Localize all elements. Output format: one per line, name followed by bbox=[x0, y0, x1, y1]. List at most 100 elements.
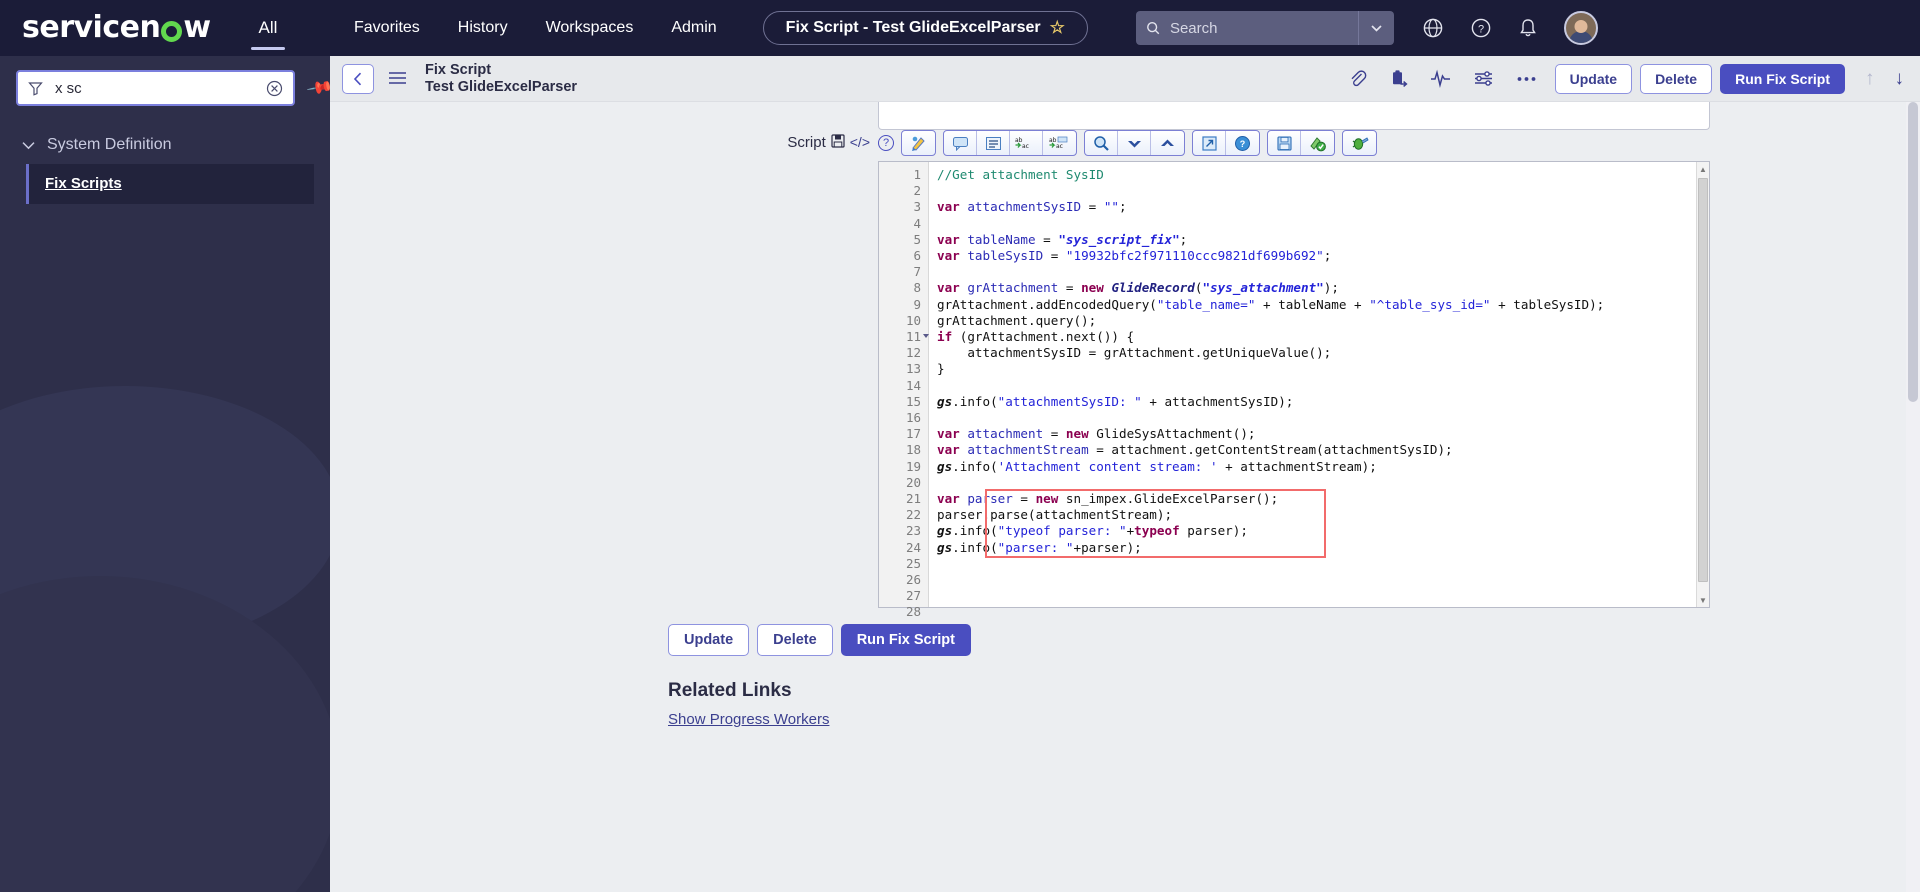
funnel-icon bbox=[28, 81, 43, 96]
code-line: gs.info('Attachment content stream: ' + … bbox=[937, 458, 1377, 474]
star-icon[interactable]: ☆ bbox=[1050, 18, 1065, 38]
logo-text-2: w bbox=[183, 10, 211, 45]
line-number: 15 bbox=[905, 393, 921, 409]
floppy-disk-icon[interactable] bbox=[831, 134, 845, 151]
clear-circle-icon[interactable] bbox=[266, 80, 283, 97]
search-input[interactable] bbox=[1169, 19, 1348, 37]
help-circle-icon[interactable]: ? bbox=[878, 135, 894, 151]
format-code-icon[interactable] bbox=[902, 131, 935, 155]
find-next-down-icon[interactable] bbox=[1118, 131, 1151, 155]
tab-all[interactable]: All bbox=[250, 0, 286, 56]
code-content[interactable]: //Get attachment SysID var attachmentSys… bbox=[929, 162, 1696, 607]
filter-row: 📌 bbox=[0, 56, 330, 106]
arrow-up-icon[interactable]: ↑ bbox=[1865, 68, 1875, 90]
search-box[interactable] bbox=[1135, 11, 1358, 45]
search-icon bbox=[1146, 22, 1160, 35]
update-button-footer[interactable]: Update bbox=[668, 624, 750, 656]
scroll-up-arrow[interactable]: ▲ bbox=[1697, 162, 1709, 176]
code-line: gs.info("typeof parser: "+typeof parser)… bbox=[937, 523, 1248, 539]
main-scrollbar[interactable] bbox=[1906, 102, 1920, 892]
record-header: Fix Script Test GlideExcelParser Update … bbox=[330, 56, 1920, 102]
clipboard-export-icon[interactable] bbox=[1389, 69, 1408, 88]
nav-favorites[interactable]: Favorites bbox=[354, 19, 420, 37]
run-fix-script-button-footer[interactable]: Run Fix Script bbox=[840, 624, 971, 656]
related-link-show-progress-workers[interactable]: Show Progress Workers bbox=[668, 711, 1920, 728]
help-blue-icon[interactable]: ? bbox=[1226, 131, 1259, 155]
hamburger-menu-icon[interactable] bbox=[388, 69, 407, 88]
sidebar-navigator: 📌 System Definition Fix Scripts bbox=[0, 56, 330, 892]
chevron-down-icon bbox=[22, 141, 35, 149]
nav-admin[interactable]: Admin bbox=[671, 19, 716, 37]
footer-buttons: Update Delete Run Fix Script bbox=[668, 608, 1920, 656]
logo-text-1: servicen bbox=[22, 10, 161, 45]
line-number: 20 bbox=[905, 474, 921, 490]
bell-icon[interactable] bbox=[1518, 17, 1538, 39]
help-circle-icon[interactable]: ? bbox=[1470, 17, 1492, 39]
avatar[interactable] bbox=[1563, 11, 1598, 45]
more-ellipsis-icon[interactable] bbox=[1516, 75, 1537, 83]
globe-icon[interactable] bbox=[1422, 17, 1444, 39]
delete-button[interactable]: Delete bbox=[1640, 63, 1713, 94]
code-line: var attachmentStream = attachment.getCon… bbox=[937, 442, 1453, 458]
sidebar-group-system-definition[interactable]: System Definition bbox=[0, 130, 330, 160]
attachment-paperclip-icon[interactable] bbox=[1348, 69, 1367, 88]
line-number: 16 bbox=[905, 410, 921, 426]
nav-history[interactable]: History bbox=[458, 19, 508, 37]
pin-icon[interactable]: 📌 bbox=[305, 74, 330, 103]
back-button[interactable] bbox=[342, 63, 374, 94]
svg-text:?: ? bbox=[1240, 139, 1246, 149]
line-number: 23 bbox=[905, 523, 921, 539]
main-scrollbar-thumb[interactable] bbox=[1908, 102, 1918, 402]
syntax-check-icon[interactable] bbox=[1301, 131, 1334, 155]
editor-scrollbar[interactable]: ▲ ▼ bbox=[1696, 162, 1709, 607]
toolbar-group-window: ? bbox=[1192, 130, 1260, 156]
line-number: 6 bbox=[913, 248, 921, 264]
form-footer: Update Delete Run Fix Script Related Lin… bbox=[330, 608, 1920, 728]
replace-word-icon[interactable]: ab ac bbox=[1010, 131, 1043, 155]
search-dropdown-button[interactable] bbox=[1357, 11, 1394, 45]
line-number: 22 bbox=[905, 507, 921, 523]
arrow-down-icon[interactable]: ↓ bbox=[1895, 68, 1905, 90]
sidebar-group-label: System Definition bbox=[47, 136, 172, 153]
svg-text:ac: ac bbox=[1056, 143, 1063, 150]
header-buttons: Update Delete Run Fix Script bbox=[1554, 63, 1845, 94]
code-line: gs.info("attachmentSysID: " + attachment… bbox=[937, 393, 1294, 409]
code-brackets-icon[interactable]: </> bbox=[850, 134, 870, 150]
find-previous-up-icon[interactable] bbox=[1151, 131, 1184, 155]
nav-workspaces[interactable]: Workspaces bbox=[546, 19, 634, 37]
code-editor-toolbar: ? ab ac ab ac ? bbox=[878, 130, 1920, 156]
editor-scrollbar-thumb[interactable] bbox=[1698, 178, 1708, 582]
line-number: 3 bbox=[913, 199, 921, 215]
save-disk-icon[interactable] bbox=[1268, 131, 1301, 155]
sidebar-item-fix-scripts[interactable]: Fix Scripts bbox=[26, 164, 314, 204]
code-editor[interactable]: 1 2 3 4 5 6 7 8 9 10 11 12 13 14 15 16 17 18 19 20 21 22 23 24 2… bbox=[878, 161, 1710, 619]
body: 📌 System Definition Fix Scripts bbox=[0, 56, 1920, 892]
line-number: 13 bbox=[905, 361, 921, 377]
scroll-down-arrow[interactable]: ▼ bbox=[1697, 593, 1709, 607]
activity-pulse-icon[interactable] bbox=[1430, 69, 1451, 88]
field-above-script[interactable] bbox=[878, 102, 1710, 130]
record-title-pill[interactable]: Fix Script - Test GlideExcelParser ☆ bbox=[762, 11, 1088, 45]
open-fullscreen-icon[interactable] bbox=[1193, 131, 1226, 155]
toolbar-group-save bbox=[1267, 130, 1335, 156]
indent-lines-icon[interactable] bbox=[977, 131, 1010, 155]
page-title: Fix Script bbox=[425, 62, 492, 79]
search-magnifier-icon[interactable] bbox=[1085, 131, 1118, 155]
line-number: 10 bbox=[905, 312, 921, 328]
navigator-filter-input[interactable] bbox=[55, 79, 254, 97]
run-fix-script-button[interactable]: Run Fix Script bbox=[1720, 63, 1845, 94]
personalize-sliders-icon[interactable] bbox=[1473, 69, 1494, 88]
line-number: 2 bbox=[913, 183, 921, 199]
code-line: var tableSysID = "19932bfc2f971110ccc982… bbox=[937, 248, 1332, 264]
navigator-filter-box[interactable] bbox=[16, 70, 295, 106]
record-pill-label: Fix Script - Test GlideExcelParser bbox=[785, 19, 1041, 36]
debug-bug-icon[interactable] bbox=[1343, 131, 1376, 155]
replace-all-icon[interactable]: ab ac bbox=[1043, 131, 1076, 155]
update-button[interactable]: Update bbox=[1554, 63, 1633, 94]
servicenow-logo[interactable]: servicen w bbox=[22, 13, 211, 43]
comment-toggle-icon[interactable] bbox=[944, 131, 977, 155]
delete-button-footer[interactable]: Delete bbox=[757, 624, 833, 656]
